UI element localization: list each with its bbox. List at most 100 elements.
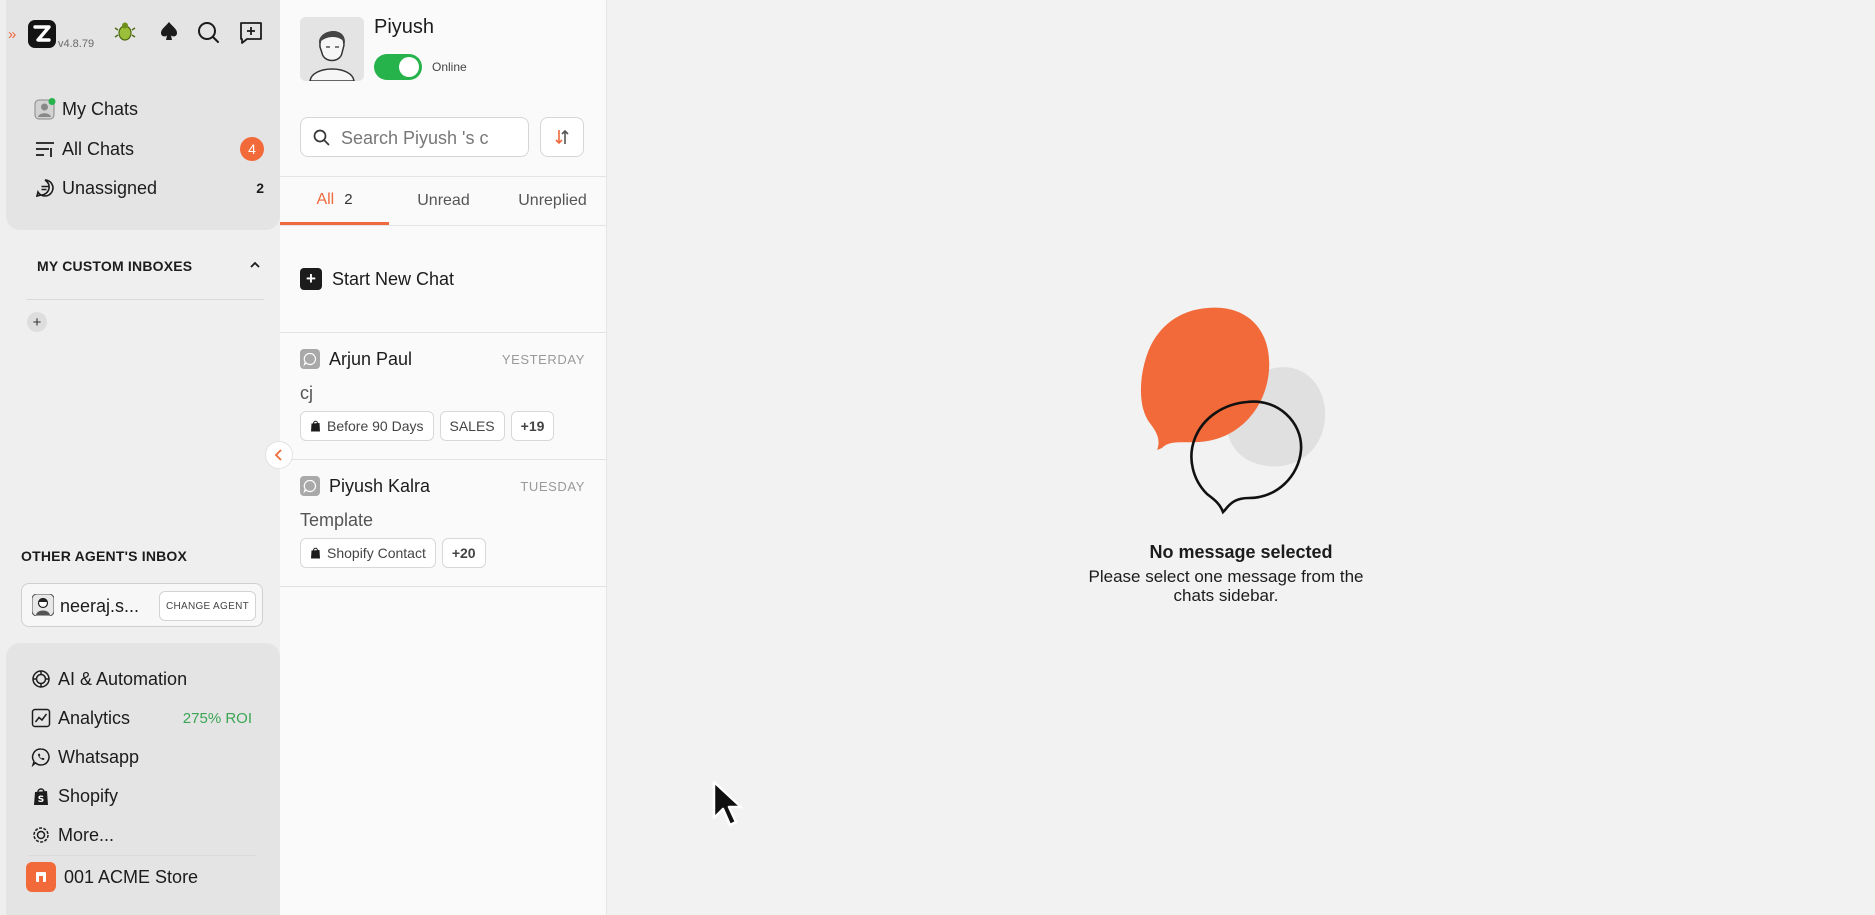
chat-tag[interactable]: Shopify Contact [300,538,436,568]
chat-tags: Shopify Contact +20 [300,538,486,568]
top-toolbar: » v4.8.79 [6,16,280,56]
whatsapp-icon [300,349,320,369]
search-input[interactable] [341,126,521,150]
sidebar-item-shopify[interactable]: S Shopify [30,781,252,811]
sidebar-item-label: AI & Automation [58,668,188,689]
sidebar-item-more[interactable]: More... [30,820,252,850]
spade-icon[interactable] [158,20,180,42]
sort-arrows-icon [554,128,570,146]
sidebar-item-label: Whatsapp [58,746,140,767]
sidebar-item-all-chats[interactable]: All Chats 4 [34,134,264,164]
tab-unreplied[interactable]: Unreplied [498,177,607,225]
more-tags-button[interactable]: +19 [510,411,555,441]
sidebar-item-label: Analytics [58,707,131,728]
tag-label: +19 [520,418,545,434]
agent-selector[interactable]: neeraj.s... CHANGE AGENT [21,583,263,627]
store-switcher[interactable]: 001 ACME Store [26,862,256,892]
search-icon[interactable] [196,20,220,44]
chat-tags: Before 90 Days SALES +19 [300,411,555,441]
start-chat-label: Start New Chat [332,268,455,289]
user-avatar-icon [34,98,56,120]
profile-avatar[interactable] [300,17,364,81]
shopify-icon [310,547,321,559]
store-logo-icon [26,862,56,892]
sidebar-item-label: Shopify [58,785,119,806]
list-divider [280,586,607,587]
sidebar-item-whatsapp[interactable]: Whatsapp [30,742,252,772]
chat-bubble-icon [34,177,56,199]
svg-text:S: S [38,795,44,805]
plus-icon: + [300,268,322,290]
store-name: 001 ACME Store [64,866,199,887]
sidebar-item-label: All Chats [62,138,135,159]
agent-name: neeraj.s... [60,596,140,616]
other-agent-title: OTHER AGENT'S INBOX [21,548,188,564]
tab-label: Unreplied [518,192,587,209]
roi-indicator: 275% ROI [182,709,252,727]
app-logo-icon [28,20,56,48]
custom-inboxes-title: MY CUSTOM INBOXES [37,258,193,274]
empty-state-subtitle: Please select one message from the chats… [1088,567,1364,605]
conversation-pane: No message selected Please select one me… [607,0,1875,915]
gear-icon [30,824,52,846]
chat-list-item[interactable]: Arjun Paul YESTERDAY cj Before 90 Days S… [280,333,607,459]
sidebar: » v4.8.79 My Chats All Chats 4 Unassigne… [0,0,280,915]
chat-preview: cj [300,383,313,403]
tag-label: +20 [451,545,476,561]
tag-label: Shopify Contact [327,545,426,561]
tag-label: SALES [449,418,495,434]
empty-state-title: No message selected [1149,542,1333,562]
chat-tag[interactable]: Before 90 Days [300,411,434,441]
sidebar-item-ai-automation[interactable]: AI & Automation [30,664,252,694]
chat-time: TUESDAY [520,479,585,494]
sort-button[interactable] [540,117,584,157]
toggle-knob [399,57,419,77]
expand-icon[interactable]: » [8,26,17,43]
mouse-cursor-icon [712,780,746,828]
search-icon [313,129,330,146]
sidebar-item-label: My Chats [62,98,139,119]
more-tags-button[interactable]: +20 [441,538,486,568]
shopify-icon [310,420,321,432]
bug-icon[interactable] [114,20,136,42]
online-toggle[interactable] [374,54,422,80]
chat-preview: Template [300,510,374,530]
tab-count: 2 [344,191,353,208]
change-agent-button[interactable]: CHANGE AGENT [158,591,256,621]
section-divider [28,855,256,856]
chat-tag[interactable]: SALES [439,411,505,441]
agent-avatar-icon [32,594,54,616]
start-new-chat-button[interactable]: + Start New Chat [300,264,454,294]
sidebar-top-panel: » v4.8.79 My Chats All Chats 4 Unassigne… [6,0,280,230]
sidebar-item-unassigned[interactable]: Unassigned 2 [34,173,264,203]
sidebar-item-label: Unassigned [62,177,158,198]
unassigned-count: 2 [256,180,264,196]
tab-unread[interactable]: Unread [389,177,498,225]
whatsapp-icon [30,746,52,768]
shopify-icon: S [30,785,52,807]
search-field[interactable] [300,117,529,157]
section-divider [26,299,264,300]
analytics-chart-icon [30,707,52,729]
collapse-sidebar-button[interactable] [265,441,293,469]
app-version: v4.8.79 [58,38,95,50]
ai-knot-icon [30,668,52,690]
chat-tabs: All 2 Unread Unreplied [280,176,607,226]
chat-list-item[interactable]: Piyush Kalra TUESDAY Template Shopify Co… [280,460,607,586]
online-status-label: Online [432,60,467,74]
tag-label: Before 90 Days [327,418,424,434]
new-chat-icon[interactable] [238,20,264,46]
sidebar-item-analytics[interactable]: Analytics 275% ROI [30,703,252,733]
tab-label: Unread [417,192,470,209]
all-chats-badge: 4 [240,137,264,161]
chat-time: YESTERDAY [501,352,585,367]
sidebar-item-my-chats[interactable]: My Chats [34,94,264,124]
chat-contact-name: Arjun Paul [329,349,413,369]
tab-all[interactable]: All 2 [280,177,389,225]
sidebar-item-label: More... [58,824,115,845]
add-inbox-button[interactable]: + [27,312,47,332]
profile-name: Piyush [374,16,435,38]
chat-bubbles-illustration [1127,300,1367,530]
chevron-up-icon[interactable] [248,258,262,272]
chat-contact-name: Piyush Kalra [329,476,431,496]
